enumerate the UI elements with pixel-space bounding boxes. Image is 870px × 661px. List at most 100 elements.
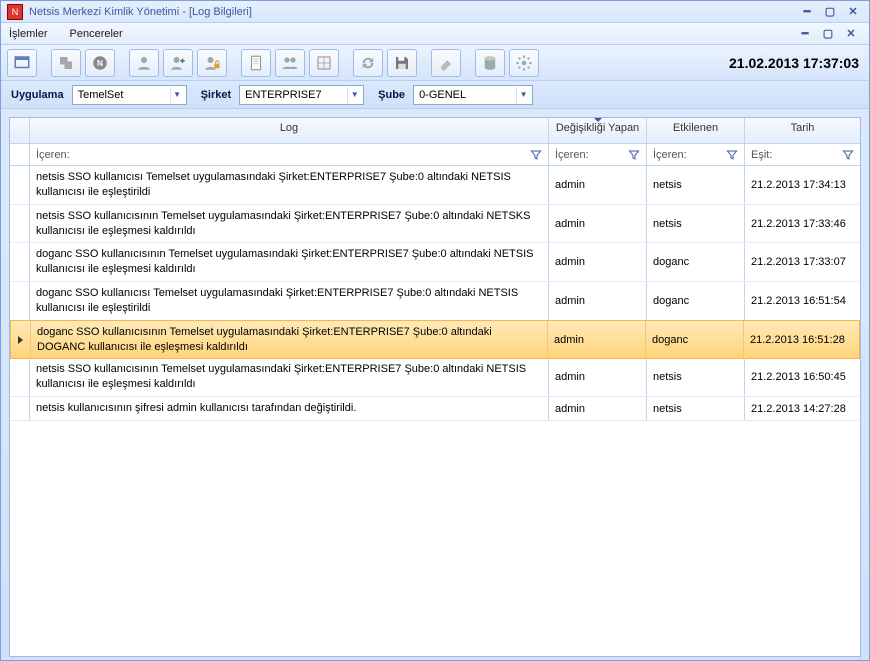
grid-filter-log[interactable]: İçeren: bbox=[30, 144, 549, 165]
sirket-combo[interactable]: ENTERPRISE7 ▼ bbox=[239, 85, 364, 105]
sube-combo[interactable]: 0-GENEL ▼ bbox=[413, 85, 533, 105]
cell-affected: doganc bbox=[647, 243, 745, 281]
toolbar-save-button[interactable] bbox=[387, 49, 417, 77]
toolbar-database-button[interactable] bbox=[475, 49, 505, 77]
toolbar-user-lock-button[interactable] bbox=[197, 49, 227, 77]
uygulama-value: TemelSet bbox=[78, 89, 170, 101]
cell-log: netsis kullanıcısının şifresi admin kull… bbox=[30, 397, 549, 420]
cell-log: doganc SSO kullanıcısı Temelset uygulama… bbox=[30, 282, 549, 320]
filter-icon[interactable] bbox=[628, 149, 640, 161]
uygulama-combo[interactable]: TemelSet ▼ bbox=[72, 85, 187, 105]
sirket-label: Şirket bbox=[201, 89, 232, 101]
grid-filter-changed-by[interactable]: İçeren: bbox=[549, 144, 647, 165]
table-row[interactable]: doganc SSO kullanıcısının Temelset uygul… bbox=[10, 243, 860, 282]
table-row[interactable]: doganc SSO kullanıcısının Temelset uygul… bbox=[10, 320, 860, 360]
cell-date: 21.2.2013 17:33:07 bbox=[745, 243, 860, 281]
cell-log: doganc SSO kullanıcısının Temelset uygul… bbox=[30, 243, 549, 281]
toolbar-add-user-button[interactable] bbox=[163, 49, 193, 77]
cell-changed-by: admin bbox=[548, 321, 646, 359]
svg-text:N: N bbox=[97, 59, 103, 68]
grid-filter-row: İçeren: İçeren: İçeren: Eşit: bbox=[10, 144, 860, 166]
toolbar-users-button[interactable] bbox=[275, 49, 305, 77]
toolbar-eraser-button[interactable] bbox=[431, 49, 461, 77]
menu-islemler[interactable]: İşlemler bbox=[9, 28, 48, 40]
grid-header-affected[interactable]: Etkilenen bbox=[647, 118, 745, 143]
row-indicator bbox=[10, 243, 30, 281]
table-row[interactable]: netsis SSO kullanıcısının Temelset uygul… bbox=[10, 358, 860, 397]
toolbar-grid-button[interactable] bbox=[309, 49, 339, 77]
grid-header-date[interactable]: Tarih bbox=[745, 118, 860, 143]
toolbar-user-button[interactable] bbox=[129, 49, 159, 77]
grid-header-changed-by[interactable]: Değişikliği Yapan bbox=[549, 118, 647, 143]
cell-changed-by: admin bbox=[549, 397, 647, 420]
cell-changed-by: admin bbox=[549, 166, 647, 204]
sube-value: 0-GENEL bbox=[419, 89, 516, 101]
title-bar: N Netsis Merkezi Kimlik Yönetimi - [Log … bbox=[1, 1, 869, 23]
grid-filter-affected[interactable]: İçeren: bbox=[647, 144, 745, 165]
toolbar-settings-button[interactable] bbox=[509, 49, 539, 77]
toolbar-role-button[interactable] bbox=[51, 49, 81, 77]
mdi-minimize-button[interactable]: ━ bbox=[795, 27, 815, 41]
toolbar: N 21.02.2013 17:37:03 bbox=[1, 45, 869, 81]
cell-log: doganc SSO kullanıcısının Temelset uygul… bbox=[31, 321, 548, 359]
cell-changed-by: admin bbox=[549, 282, 647, 320]
table-row[interactable]: netsis kullanıcısının şifresi admin kull… bbox=[10, 397, 860, 421]
cell-changed-by: admin bbox=[549, 358, 647, 396]
cell-date: 21.2.2013 16:51:28 bbox=[744, 321, 859, 359]
cell-log: netsis SSO kullanıcısının Temelset uygul… bbox=[30, 358, 549, 396]
clock: 21.02.2013 17:37:03 bbox=[729, 55, 859, 71]
table-row[interactable]: netsis SSO kullanıcısı Temelset uygulama… bbox=[10, 166, 860, 205]
cell-log: netsis SSO kullanıcısı Temelset uygulama… bbox=[30, 166, 549, 204]
filter-icon[interactable] bbox=[726, 149, 738, 161]
row-indicator bbox=[10, 282, 30, 320]
chevron-down-icon: ▼ bbox=[516, 87, 530, 103]
row-indicator bbox=[10, 358, 30, 396]
cell-changed-by: admin bbox=[549, 205, 647, 243]
cell-date: 21.2.2013 17:33:46 bbox=[745, 205, 860, 243]
filter-icon[interactable] bbox=[530, 149, 542, 161]
mdi-restore-button[interactable]: ▢ bbox=[818, 27, 838, 41]
grid-header-indicator bbox=[10, 118, 30, 143]
uygulama-label: Uygulama bbox=[11, 89, 64, 101]
menu-bar: İşlemler Pencereler ━ ▢ ✕ bbox=[1, 23, 869, 45]
table-row[interactable]: netsis SSO kullanıcısının Temelset uygul… bbox=[10, 205, 860, 244]
toolbar-document-button[interactable] bbox=[241, 49, 271, 77]
table-row[interactable]: doganc SSO kullanıcısı Temelset uygulama… bbox=[10, 282, 860, 321]
minimize-button[interactable]: ━ bbox=[797, 5, 817, 19]
cell-changed-by: admin bbox=[549, 243, 647, 281]
row-indicator bbox=[11, 321, 31, 359]
grid-filter-date[interactable]: Eşit: bbox=[745, 144, 860, 165]
cell-log: netsis SSO kullanıcısının Temelset uygul… bbox=[30, 205, 549, 243]
cell-affected: netsis bbox=[647, 397, 745, 420]
cell-date: 21.2.2013 14:27:28 bbox=[745, 397, 860, 420]
sort-desc-icon bbox=[593, 118, 603, 122]
log-grid: Log Değişikliği Yapan Etkilenen Tarih İç… bbox=[9, 117, 861, 657]
sube-label: Şube bbox=[378, 89, 405, 101]
cell-affected: netsis bbox=[647, 205, 745, 243]
row-indicator bbox=[10, 397, 30, 420]
filter-bar: Uygulama TemelSet ▼ Şirket ENTERPRISE7 ▼… bbox=[1, 81, 869, 109]
current-row-icon bbox=[18, 336, 23, 344]
close-button[interactable]: ✕ bbox=[843, 5, 863, 19]
cell-affected: doganc bbox=[647, 282, 745, 320]
cell-date: 21.2.2013 16:51:54 bbox=[745, 282, 860, 320]
maximize-button[interactable]: ▢ bbox=[820, 5, 840, 19]
sirket-value: ENTERPRISE7 bbox=[245, 89, 347, 101]
grid-body[interactable]: netsis SSO kullanıcısı Temelset uygulama… bbox=[10, 166, 860, 656]
window-title: Netsis Merkezi Kimlik Yönetimi - [Log Bi… bbox=[29, 6, 252, 18]
row-indicator bbox=[10, 205, 30, 243]
cell-affected: doganc bbox=[646, 321, 744, 359]
mdi-close-button[interactable]: ✕ bbox=[841, 27, 861, 41]
cell-affected: netsis bbox=[647, 358, 745, 396]
app-icon: N bbox=[7, 4, 23, 20]
filter-icon[interactable] bbox=[842, 149, 854, 161]
grid-header: Log Değişikliği Yapan Etkilenen Tarih bbox=[10, 118, 860, 144]
toolbar-n-button[interactable]: N bbox=[85, 49, 115, 77]
menu-pencereler[interactable]: Pencereler bbox=[70, 28, 123, 40]
toolbar-window-button[interactable] bbox=[7, 49, 37, 77]
grid-header-log[interactable]: Log bbox=[30, 118, 549, 143]
cell-date: 21.2.2013 17:34:13 bbox=[745, 166, 860, 204]
toolbar-refresh-button[interactable] bbox=[353, 49, 383, 77]
chevron-down-icon: ▼ bbox=[347, 87, 361, 103]
cell-date: 21.2.2013 16:50:45 bbox=[745, 358, 860, 396]
